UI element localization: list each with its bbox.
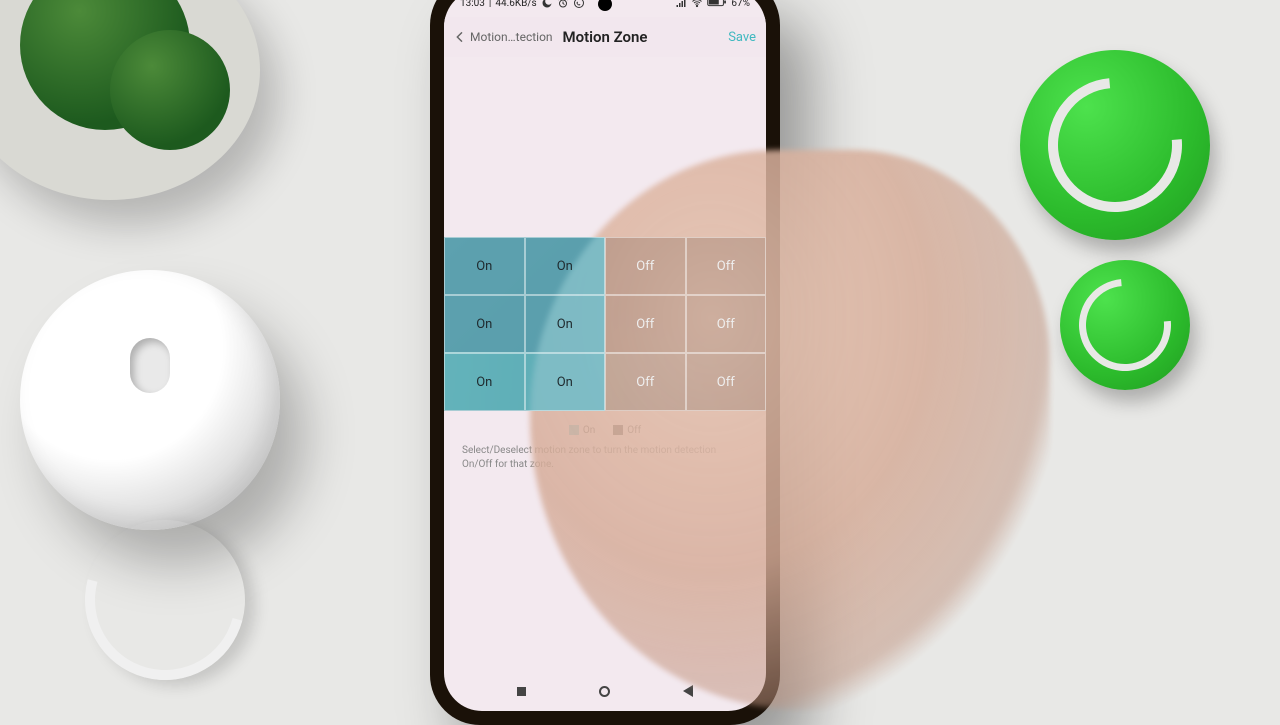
desk-camera-device [20, 270, 280, 530]
dnd-moon-icon [541, 0, 553, 9]
status-left: 13:03 | 44.6KB/s [460, 0, 585, 9]
legend-on: On [569, 425, 595, 436]
back-label: Motion…tection [470, 30, 553, 44]
content-spacer [444, 471, 766, 671]
app-header: Motion…tection Motion Zone Save [444, 17, 766, 57]
zone-cell-r2c0[interactable]: On [444, 353, 525, 411]
zone-cell-r1c1[interactable]: On [525, 295, 606, 353]
back-button[interactable]: Motion…tection [452, 29, 553, 45]
status-battery-pct: 67% [731, 0, 750, 9]
home-button[interactable] [599, 686, 610, 697]
wifi-icon [691, 0, 703, 9]
alarm-icon [557, 0, 569, 9]
zone-cell-r0c2[interactable]: Off [605, 237, 686, 295]
zone-cell-r0c0[interactable]: On [444, 237, 525, 295]
phone-frame: 13:03 | 44.6KB/s [430, 0, 780, 725]
save-button[interactable]: Save [728, 30, 756, 45]
page-title: Motion Zone [562, 28, 647, 46]
legend-off-label: Off [627, 425, 641, 436]
zone-cell-r0c3[interactable]: Off [686, 237, 767, 295]
status-net-speed: 44.6KB/s [495, 0, 536, 9]
status-right: 67% [675, 0, 750, 9]
zone-cell-r1c0[interactable]: On [444, 295, 525, 353]
status-separator: | [489, 0, 491, 9]
battery-icon [707, 0, 727, 9]
legend-off: Off [613, 425, 641, 436]
zone-cell-r2c2[interactable]: Off [605, 353, 686, 411]
whatsapp-icon [573, 0, 585, 9]
desk-prop-power-icon-small [1060, 260, 1190, 390]
desk-prop-power-icon-large [1020, 50, 1210, 240]
legend-on-swatch [569, 425, 579, 435]
desk-cable [56, 491, 275, 710]
help-text: Select/Deselect motion zone to turn the … [444, 444, 766, 471]
desk-plant [0, 0, 260, 200]
chevron-left-icon [452, 29, 468, 45]
zone-cell-r2c3[interactable]: Off [686, 353, 767, 411]
zone-cell-r1c2[interactable]: Off [605, 295, 686, 353]
legend: On Off [444, 411, 766, 444]
status-time: 13:03 [460, 0, 485, 9]
zone-cell-r2c1[interactable]: On [525, 353, 606, 411]
system-nav-bar [444, 671, 766, 711]
legend-on-label: On [583, 425, 595, 436]
recents-button[interactable] [517, 687, 526, 696]
zone-cell-r0c1[interactable]: On [525, 237, 606, 295]
back-system-button[interactable] [683, 685, 693, 697]
signal-icon [675, 0, 687, 9]
zone-cell-r1c3[interactable]: Off [686, 295, 767, 353]
motion-zone-grid: On On Off Off On On Off Off On On Off Of… [444, 237, 766, 411]
phone-screen: 13:03 | 44.6KB/s [444, 0, 766, 711]
legend-off-swatch [613, 425, 623, 435]
camera-preview-upper [444, 57, 766, 237]
